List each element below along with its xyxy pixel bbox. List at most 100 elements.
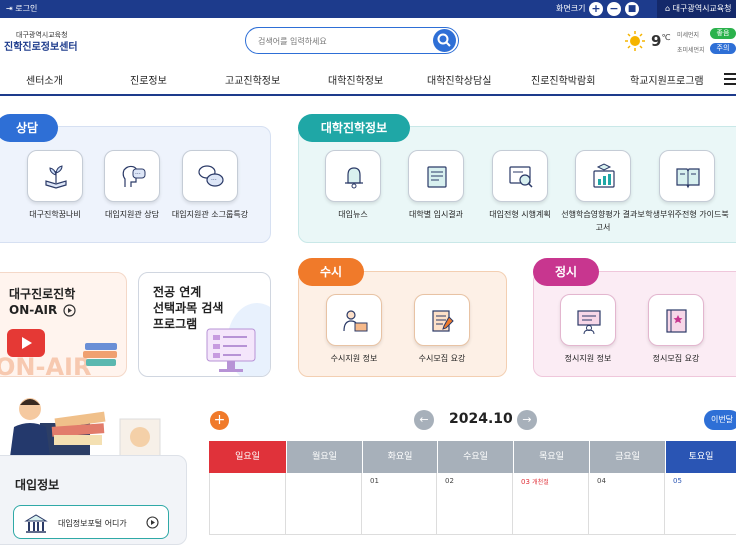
svg-text:···: ··· — [211, 177, 217, 184]
calendar-cell-03[interactable]: 03 개천절 — [513, 473, 589, 535]
consult-label-advisor: 대입지원관 상담 — [104, 210, 160, 219]
calendar-cell-02[interactable]: 02 — [437, 473, 513, 535]
univinfo-item-news[interactable] — [325, 150, 381, 202]
consult-item-advisor[interactable]: ··· — [104, 150, 160, 202]
ultrafine-dust-label: 초미세먼지 — [677, 47, 705, 54]
day-header-mon: 월요일 — [286, 441, 362, 473]
nav-item-fair[interactable]: 진로진학박람회 — [531, 72, 595, 87]
univinfo-item-results[interactable] — [408, 150, 464, 202]
day-header-thu: 목요일 — [513, 441, 589, 473]
search-input[interactable] — [256, 33, 426, 49]
susi-label-guide: 수시모집 요강 — [418, 354, 466, 363]
susi-item-guide[interactable] — [414, 294, 470, 346]
book-stack-icon-2 — [83, 351, 117, 358]
day-header-wed: 수요일 — [437, 441, 513, 473]
jeongsi-label-guide: 정시모집 요강 — [652, 354, 700, 363]
day-header-sun: 일요일 — [209, 441, 286, 473]
book-icon — [676, 168, 700, 189]
font-size-label: 화면크기 — [556, 4, 586, 13]
temperature-number: 9 — [651, 32, 662, 50]
bell-icon — [345, 167, 363, 189]
holiday-label: 개천절 — [532, 479, 549, 486]
calendar-month: 2024.10 — [449, 411, 513, 427]
top-utility-bar: ⇥ 로그인 화면크기 + − ■ ⌂ 대구광역시교육청 — [0, 0, 736, 18]
major-search-card[interactable]: 전공 연계 선택과목 검색 프로그램 — [138, 272, 271, 377]
calendar-date-03: 03 — [521, 478, 530, 486]
building-icon — [24, 514, 48, 533]
univinfo-label-guidebook: 학생부위주전형 가이드북 — [645, 210, 729, 219]
nav-item-university[interactable]: 대학진학정보 — [328, 72, 383, 87]
chat-head-icon: ··· — [122, 165, 146, 187]
search-document-icon — [509, 166, 533, 188]
nav-item-center[interactable]: 센터소개 — [26, 72, 63, 87]
univinfo-label-plan: 대입전형 시행계획 — [489, 210, 551, 219]
adiga-link-button[interactable]: 대입정보포털 어디가 — [13, 505, 169, 539]
nav-item-highschool[interactable]: 고교진학정보 — [225, 72, 280, 87]
plant-book-icon — [45, 165, 67, 189]
play-circle-icon-small — [146, 516, 159, 529]
univinfo-label-news: 대입뉴스 — [338, 210, 368, 219]
univinfo-item-report[interactable] — [575, 150, 631, 202]
person-laptop-icon — [343, 310, 368, 332]
onair-card[interactable]: ON-AIR 대구진로진학 ON-AIR — [0, 272, 127, 377]
sunny-icon — [625, 31, 645, 51]
consult-tab[interactable]: 상담 — [0, 114, 58, 142]
notebook-pencil-icon — [432, 310, 454, 332]
nav-item-counseling[interactable]: 대학진학상담실 — [427, 72, 491, 87]
consult-item-dreamnavi[interactable] — [27, 150, 83, 202]
consult-label-lecture: 대입지원관 소그룹특강 — [171, 210, 249, 219]
consult-item-lecture[interactable]: ··· — [182, 150, 238, 202]
login-label: 로그인 — [15, 4, 38, 13]
nav-item-career[interactable]: 진로정보 — [130, 72, 167, 87]
onair-title-line2: ON-AIR — [9, 303, 58, 317]
calendar-cell-01[interactable]: 01 — [362, 473, 437, 535]
play-circle-icon — [63, 304, 76, 317]
checklist-monitor-icon — [206, 328, 256, 372]
admission-info-title: 대입정보 — [15, 478, 60, 492]
calendar-cell[interactable] — [286, 473, 362, 535]
search-box — [245, 27, 459, 54]
calendar-cell[interactable] — [209, 473, 286, 535]
login-link[interactable]: ⇥ 로그인 — [6, 3, 37, 14]
org-home-link[interactable]: ⌂ 대구광역시교육청 — [657, 0, 736, 18]
main-nav: 센터소개 진로정보 고교진학정보 대학진학정보 대학진학상담실 진로진학박람회 … — [0, 64, 736, 96]
mascot-illustration — [10, 398, 161, 457]
temperature-unit: ℃ — [661, 33, 671, 42]
onair-title-line1: 대구진로진학 — [9, 287, 76, 301]
zoom-in-icon[interactable]: + — [589, 2, 603, 16]
admission-info-card: 대입정보 대입정보포털 어디가 — [0, 455, 187, 545]
next-month-button[interactable]: → — [517, 410, 537, 430]
site-logo[interactable]: 진학진로정보센터 — [4, 38, 78, 53]
org-home-label: 대구광역시교육청 — [672, 4, 732, 13]
day-header-sat: 토요일 — [665, 441, 736, 473]
temperature-value: 9℃ — [651, 32, 670, 50]
univinfo-item-plan[interactable] — [492, 150, 548, 202]
zoom-out-icon[interactable]: − — [607, 2, 621, 16]
book-stack-icon-3 — [86, 359, 116, 366]
jeongsi-label-info: 정시지원 정보 — [564, 354, 612, 363]
ultrafine-dust-badge: 주의 — [710, 43, 736, 54]
univinfo-tab[interactable]: 대학진학정보 — [298, 114, 410, 142]
nav-item-school-support[interactable]: 학교지원프로그램 — [630, 72, 704, 87]
jeongsi-tab[interactable]: 정시 — [533, 258, 599, 286]
add-schedule-button[interactable]: + — [210, 411, 229, 430]
susi-tab[interactable]: 수시 — [298, 258, 364, 286]
jeongsi-item-guide[interactable] — [648, 294, 704, 346]
susi-item-info[interactable] — [326, 294, 382, 346]
univinfo-item-guidebook[interactable] — [659, 150, 715, 202]
this-month-button[interactable]: 이번달 — [704, 410, 736, 430]
jeongsi-item-info[interactable] — [560, 294, 616, 346]
major-title-line2: 선택과목 검색 — [153, 301, 224, 315]
menu-icon[interactable] — [724, 73, 736, 85]
major-title-line3: 프로그램 — [153, 317, 198, 331]
adiga-link-label: 대입정보포털 어디가 — [58, 519, 127, 528]
site-header: 대구광역시교육청 진학진로정보센터 9℃ 미세먼지 초미세먼지 좋음 주의 — [0, 18, 736, 64]
prev-month-button[interactable]: ← — [414, 410, 434, 430]
search-button[interactable] — [433, 29, 456, 52]
calendar-cell-04[interactable]: 04 — [589, 473, 665, 535]
zoom-reset-icon[interactable]: ■ — [625, 2, 639, 16]
calendar-cell-05[interactable]: 05 — [665, 473, 736, 535]
book-star-icon — [666, 309, 687, 333]
youtube-icon — [7, 329, 45, 357]
major-title-line1: 전공 연계 — [153, 285, 202, 299]
